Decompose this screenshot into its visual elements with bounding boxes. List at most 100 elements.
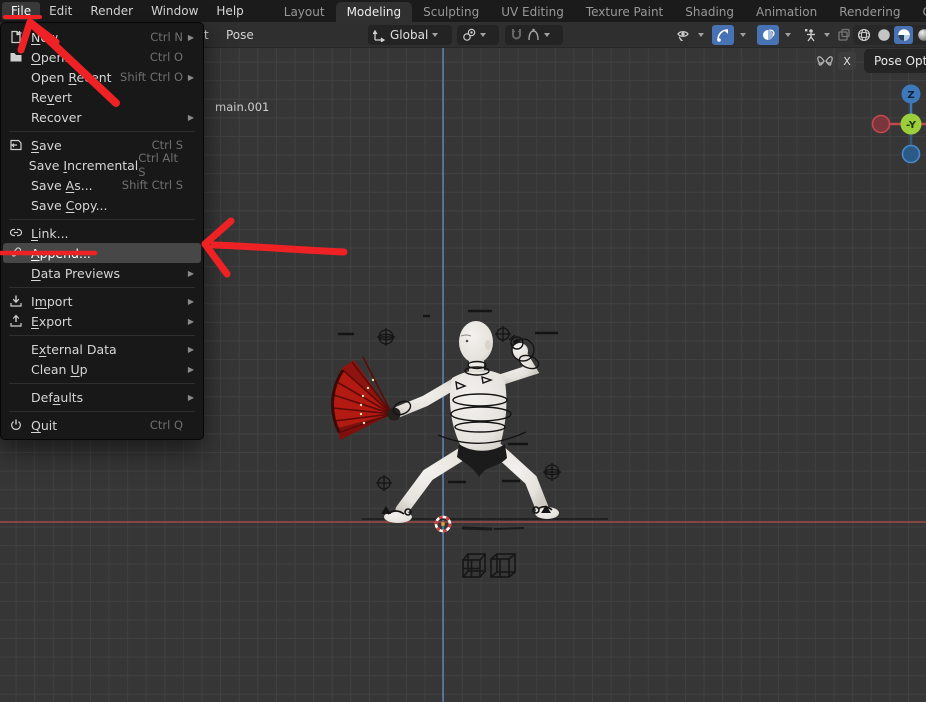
menu-item-save-copy[interactable]: Save Copy... bbox=[3, 195, 201, 215]
menu-item-data-previews[interactable]: Data Previews▶ bbox=[3, 263, 201, 283]
menu-separator bbox=[9, 219, 195, 220]
object-visibility-button[interactable] bbox=[672, 25, 694, 45]
armature-figure-icon bbox=[804, 28, 818, 42]
menu-item-label: Import bbox=[31, 294, 186, 309]
menu-item-save-incremental[interactable]: Save IncrementalCtrl Alt S bbox=[3, 155, 201, 175]
active-object-label: main.001 bbox=[215, 100, 269, 114]
menu-item-shortcut: Ctrl N bbox=[150, 30, 183, 44]
rendered-shading-button[interactable] bbox=[914, 26, 926, 44]
workspace-tab-animation[interactable]: Animation bbox=[745, 2, 828, 22]
export-icon bbox=[9, 314, 31, 328]
transform-orientation-dropdown[interactable]: Global bbox=[368, 25, 452, 45]
visibility-dropdown-chevron[interactable] bbox=[694, 25, 707, 45]
menu-item-new[interactable]: NewCtrl N▶ bbox=[3, 27, 201, 47]
app-menu-window[interactable]: Window bbox=[142, 2, 207, 20]
solid-shading-button[interactable] bbox=[874, 26, 893, 44]
workspace-tab-compositing[interactable]: Compositing bbox=[911, 2, 926, 22]
app-menu-file[interactable]: File bbox=[2, 2, 40, 20]
pose-menu[interactable]: Pose bbox=[226, 28, 254, 42]
submenu-arrow-icon: ▶ bbox=[186, 73, 194, 82]
select-menu-partial[interactable]: t bbox=[204, 28, 209, 42]
menu-item-clean-up[interactable]: Clean Up▶ bbox=[3, 359, 201, 379]
material-sphere-icon bbox=[897, 28, 911, 42]
app-menu-help[interactable]: Help bbox=[207, 2, 252, 20]
menu-item-label: Clean Up bbox=[31, 362, 186, 377]
pose-display-chevron[interactable] bbox=[820, 25, 833, 45]
show-gizmo-toggle[interactable] bbox=[712, 25, 734, 45]
workspace-tab-rendering[interactable]: Rendering bbox=[828, 2, 911, 22]
chevron-down-icon bbox=[544, 33, 550, 37]
orientation-label: Global bbox=[390, 28, 428, 42]
solid-sphere-icon bbox=[877, 28, 891, 42]
gizmo-neg-z-axis-ball[interactable] bbox=[903, 146, 920, 163]
rendered-sphere-icon bbox=[917, 28, 926, 42]
menu-item-append[interactable]: Append... bbox=[3, 243, 201, 263]
snapping-group[interactable] bbox=[505, 25, 563, 45]
overlays-dropdown-chevron[interactable] bbox=[781, 25, 794, 45]
workspace-tab-sculpting[interactable]: Sculpting bbox=[412, 2, 490, 22]
menu-item-label: Save bbox=[31, 138, 152, 153]
menu-item-import[interactable]: Import▶ bbox=[3, 291, 201, 311]
paperclip-icon bbox=[9, 246, 31, 260]
submenu-arrow-icon: ▶ bbox=[186, 269, 194, 278]
menu-item-label: Save Copy... bbox=[31, 198, 186, 213]
menu-item-label: Save As... bbox=[31, 178, 122, 193]
menu-item-label: External Data bbox=[31, 342, 186, 357]
xray-icon bbox=[837, 28, 851, 42]
pivot-point-icon bbox=[462, 28, 476, 42]
menu-item-save-as[interactable]: Save As...Shift Ctrl S bbox=[3, 175, 201, 195]
menu-separator bbox=[9, 411, 195, 412]
material-preview-button[interactable] bbox=[894, 26, 913, 44]
app-menu-edit[interactable]: Edit bbox=[40, 2, 81, 20]
menu-item-link[interactable]: Link... bbox=[3, 223, 201, 243]
menu-item-open-recent[interactable]: Open RecentShift Ctrl O▶ bbox=[3, 67, 201, 87]
gizmo-neg-x-axis-ball[interactable] bbox=[873, 116, 890, 133]
character-extended-arm bbox=[398, 384, 454, 412]
app-menus: FileEditRenderWindowHelp bbox=[0, 2, 253, 20]
submenu-arrow-icon: ▶ bbox=[186, 317, 194, 326]
chevron-down-icon bbox=[432, 33, 438, 37]
wireframe-shading-button[interactable] bbox=[854, 26, 873, 44]
workspace-tab-texture-paint[interactable]: Texture Paint bbox=[575, 2, 674, 22]
menu-item-label: Open... bbox=[31, 50, 150, 65]
show-overlays-toggle[interactable] bbox=[757, 25, 779, 45]
menu-item-recover[interactable]: Recover▶ bbox=[3, 107, 201, 127]
pivot-point-dropdown[interactable] bbox=[457, 25, 499, 45]
proportional-falloff-icon bbox=[527, 28, 540, 42]
workspace-tab-modeling[interactable]: Modeling bbox=[336, 2, 413, 22]
menu-item-label: Export bbox=[31, 314, 186, 329]
menu-item-label: Revert bbox=[31, 90, 186, 105]
mirror-x-toggle[interactable]: X bbox=[838, 52, 856, 70]
xray-toggle[interactable] bbox=[833, 25, 855, 45]
view-navigation-gizmo[interactable]: Z -Y bbox=[868, 80, 926, 170]
pose-options-popover[interactable]: Pose Optio bbox=[864, 49, 926, 73]
gizmo-z-label: Z bbox=[907, 90, 914, 101]
menu-item-label: Save Incremental bbox=[29, 158, 139, 173]
menu-item-export[interactable]: Export▶ bbox=[3, 311, 201, 331]
workspace-tabs: LayoutModelingSculptingUV EditingTexture… bbox=[273, 0, 926, 22]
menu-item-open[interactable]: Open...Ctrl O bbox=[3, 47, 201, 67]
wireframe-cubes[interactable] bbox=[460, 550, 518, 584]
workspace-tab-uv-editing[interactable]: UV Editing bbox=[490, 2, 575, 22]
menu-item-shortcut: Shift Ctrl S bbox=[122, 178, 183, 192]
workspace-tab-shading[interactable]: Shading bbox=[674, 2, 745, 22]
workspace-tab-layout[interactable]: Layout bbox=[273, 2, 336, 22]
menu-item-quit[interactable]: QuitCtrl Q bbox=[3, 415, 201, 435]
app-menu-render[interactable]: Render bbox=[81, 2, 142, 20]
menu-item-label: Open Recent bbox=[31, 70, 120, 85]
mirror-butterfly-icon bbox=[816, 53, 834, 69]
posed-character-mesh[interactable] bbox=[330, 300, 620, 590]
blender-window: main.001 bbox=[0, 0, 926, 702]
menu-item-label: Recover bbox=[31, 110, 186, 125]
menu-item-shortcut: Shift Ctrl O bbox=[120, 70, 183, 84]
menu-separator bbox=[9, 131, 195, 132]
folder-icon bbox=[9, 50, 31, 64]
overlays-toggle-icon bbox=[761, 28, 776, 42]
orientation-icon bbox=[373, 29, 386, 42]
menu-item-defaults[interactable]: Defaults▶ bbox=[3, 387, 201, 407]
menu-item-external-data[interactable]: External Data▶ bbox=[3, 339, 201, 359]
gizmo-dropdown-chevron[interactable] bbox=[736, 25, 749, 45]
menu-item-revert[interactable]: Revert bbox=[3, 87, 201, 107]
pose-display-button[interactable] bbox=[800, 25, 822, 45]
menu-item-label: Data Previews bbox=[31, 266, 186, 281]
